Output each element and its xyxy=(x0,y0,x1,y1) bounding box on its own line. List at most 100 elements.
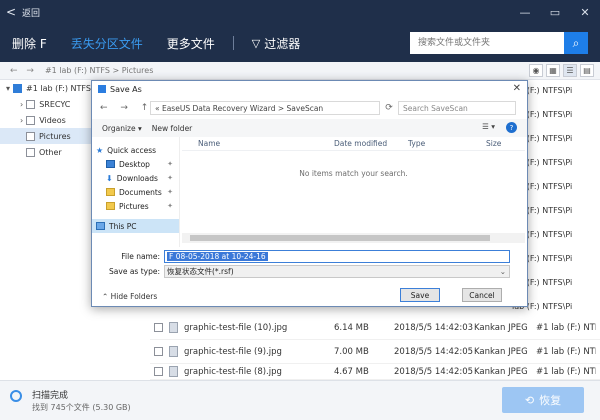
file-name: graphic-test-file (9).jpg xyxy=(184,346,282,357)
pictures-icon xyxy=(106,202,115,210)
hide-folders-toggle[interactable]: ⌃ Hide Folders xyxy=(102,292,157,301)
filename-row: File name: F 08-05-2018 at 10-24-16 xyxy=(92,249,527,263)
dialog-title: Save As xyxy=(110,84,142,94)
pin-icon: ✦ xyxy=(167,160,173,168)
search-input[interactable] xyxy=(410,32,564,54)
search-icon: ⌕ xyxy=(572,35,580,50)
filename-field[interactable]: F 08-05-2018 at 10-24-16 xyxy=(164,249,510,263)
tree-checkbox[interactable] xyxy=(13,83,23,93)
save-as-dialog: Save As ✕ ← → ↑ « EaseUS Data Recovery W… xyxy=(91,80,528,307)
tab-deleted-files[interactable]: 删除 F xyxy=(0,24,59,62)
column-date-modified[interactable]: Date modified xyxy=(334,139,408,148)
detail-view-icon[interactable]: ▤ xyxy=(580,64,594,77)
tree-item-videos[interactable]: › Videos xyxy=(0,112,92,128)
nav-downloads[interactable]: ⬇ Downloads ✦ xyxy=(92,171,179,185)
cancel-button[interactable]: Cancel xyxy=(462,288,502,302)
tree-checkbox[interactable] xyxy=(26,115,36,125)
file-path: #1 lab (F:) NTFS\Pi xyxy=(536,366,596,377)
filter-button[interactable]: ▽ 过滤器 xyxy=(240,24,312,62)
nav-desktop[interactable]: Desktop ✦ xyxy=(92,157,179,171)
documents-icon xyxy=(106,188,115,196)
app-title: 返回 xyxy=(22,8,41,19)
row-checkbox[interactable] xyxy=(154,367,163,376)
file-date: 2018/5/5 14:42:05 xyxy=(394,346,474,357)
image-file-icon xyxy=(169,322,178,333)
address-bar-row: ← → ↑ « EaseUS Data Recovery Wizard > Sa… xyxy=(92,97,527,119)
close-button[interactable]: ✕ xyxy=(570,0,600,24)
tree-checkbox[interactable] xyxy=(26,99,36,109)
column-name[interactable]: Name xyxy=(182,139,334,148)
pin-icon: ✦ xyxy=(167,174,173,182)
refresh-icon[interactable]: ⟳ xyxy=(382,101,396,115)
table-row[interactable]: graphic-test-file (10).jpg 6.14 MB 2018/… xyxy=(150,316,600,340)
preview-icon[interactable]: ◉ xyxy=(529,64,543,77)
scrollbar-thumb[interactable] xyxy=(190,235,490,241)
tree-item-other[interactable]: Other xyxy=(0,144,92,160)
row-checkbox[interactable] xyxy=(154,323,163,332)
organize-menu[interactable]: Organize ▾ xyxy=(102,124,142,133)
image-file-icon xyxy=(169,366,178,377)
search-button[interactable]: ⌕ xyxy=(564,32,588,54)
new-folder-button[interactable]: New folder xyxy=(152,124,193,133)
view-options-dropdown[interactable]: ☰ ▾ xyxy=(482,122,495,131)
column-size[interactable]: Size xyxy=(486,139,516,148)
chevron-down-icon: ▾ xyxy=(6,83,11,93)
nav-documents[interactable]: Documents ✦ xyxy=(92,185,179,199)
file-name: graphic-test-file (8).jpg xyxy=(184,366,282,377)
nav-this-pc[interactable]: This PC xyxy=(92,219,179,233)
hide-folders-label: Hide Folders xyxy=(110,291,158,301)
row-checkbox[interactable] xyxy=(154,347,163,356)
tree-item-pictures[interactable]: Pictures xyxy=(0,128,92,144)
restore-button[interactable]: ▭ xyxy=(540,0,570,24)
file-date: 2018/5/5 14:42:05 xyxy=(394,366,474,377)
app-icon xyxy=(98,85,106,93)
filter-label: 过滤器 xyxy=(264,36,301,51)
file-path: #1 lab (F:) NTFS\Pi xyxy=(536,322,596,333)
file-size: 6.14 MB xyxy=(334,322,369,333)
table-row[interactable]: graphic-test-file (9).jpg 7.00 MB 2018/5… xyxy=(150,340,600,364)
history-arrows[interactable]: ← → xyxy=(0,66,37,76)
status-subtitle: 找到 745个文件 (5.30 GB) xyxy=(32,403,131,412)
dialog-titlebar: Save As xyxy=(92,81,527,97)
tree-item-drive[interactable]: ▾ #1 lab (F:) NTFS xyxy=(0,80,92,96)
recover-button[interactable]: ⟲ 恢复 xyxy=(502,387,584,413)
empty-message: No items match your search. xyxy=(299,169,408,178)
dialog-close-button[interactable]: ✕ xyxy=(513,83,521,94)
filename-label: File name: xyxy=(121,251,160,261)
save-button[interactable]: Save xyxy=(400,288,440,302)
tree-checkbox[interactable] xyxy=(26,131,35,141)
file-type: Kankan JPEG xyxy=(474,346,528,357)
dialog-search-placeholder: Search SaveScan xyxy=(403,103,468,113)
nav-quick-access[interactable]: ★ Quick access xyxy=(92,143,179,157)
file-name: graphic-test-file (10).jpg xyxy=(184,322,288,333)
nav-divider xyxy=(232,36,234,50)
minimize-button[interactable]: — xyxy=(510,0,540,24)
navigation-pane: ★ Quick access Desktop ✦ ⬇ Downloads ✦ D… xyxy=(92,137,180,247)
tab-lost-partition-files[interactable]: 丢失分区文件 xyxy=(59,24,155,62)
table-row[interactable]: graphic-test-file (8).jpg 4.67 MB 2018/5… xyxy=(150,364,600,380)
horizontal-scrollbar[interactable] xyxy=(182,233,525,243)
nav-pictures[interactable]: Pictures ✦ xyxy=(92,199,179,213)
grid-view-icon[interactable]: ▦ xyxy=(546,64,560,77)
search-box: ⌕ xyxy=(410,32,588,54)
list-view-icon[interactable]: ☰ xyxy=(563,64,577,77)
address-path: « EaseUS Data Recovery Wizard > SaveScan xyxy=(155,103,324,113)
help-icon[interactable]: ? xyxy=(506,122,517,133)
tree-checkbox[interactable] xyxy=(26,147,35,157)
nav-arrows[interactable]: ← → ↑ xyxy=(100,103,153,113)
column-type[interactable]: Type xyxy=(408,139,486,148)
nav-label: This PC xyxy=(109,221,137,231)
savetype-select[interactable]: 恢复状态文件(*.rsf) ⌄ xyxy=(164,264,510,278)
savetype-row: Save as type: 恢复状态文件(*.rsf) ⌄ xyxy=(92,264,527,278)
file-date: 2018/5/5 14:42:03 xyxy=(394,322,474,333)
tree-item-srecyc[interactable]: › SRECYC xyxy=(0,96,92,112)
tab-more-files[interactable]: 更多文件 xyxy=(155,24,227,62)
pin-icon: ✦ xyxy=(167,188,173,196)
status-title: 扫描完成 xyxy=(32,391,69,401)
image-file-icon xyxy=(169,346,178,357)
address-bar[interactable]: « EaseUS Data Recovery Wizard > SaveScan xyxy=(150,101,380,115)
back-icon[interactable]: < xyxy=(0,5,22,19)
nav-label: Documents xyxy=(119,187,162,197)
nav-label: Pictures xyxy=(119,201,149,211)
dialog-search-input[interactable]: Search SaveScan xyxy=(398,101,516,115)
